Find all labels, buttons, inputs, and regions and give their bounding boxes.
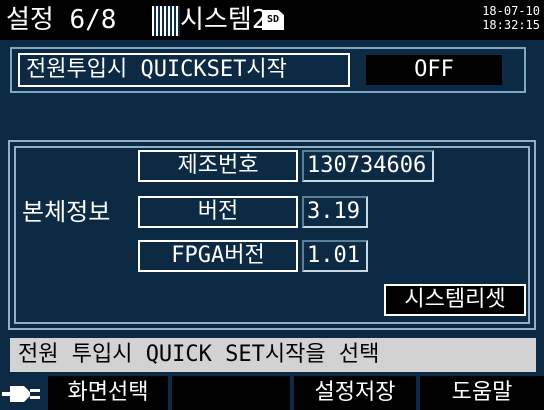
time-display: 18:32:15 <box>482 18 540 32</box>
fpga-version-label: FPGA버전 <box>138 240 298 272</box>
version-value: 3.19 <box>302 196 368 228</box>
screen-select-button[interactable]: 화면선택 <box>48 376 168 410</box>
help-message: 전원 투입시 QUICK SET시작을 선택 <box>10 338 536 372</box>
tab-system2[interactable]: 시스템2 <box>180 3 267 37</box>
help-button[interactable]: 도움말 <box>420 376 544 410</box>
serial-number-label: 제조번호 <box>138 150 298 182</box>
version-label: 버전 <box>138 196 298 228</box>
tab-stripes-icon <box>152 6 180 36</box>
device-info-title: 본체정보 <box>22 198 111 226</box>
serial-number-value: 130734606 <box>302 150 434 182</box>
fpga-version-value: 1.01 <box>302 240 368 272</box>
quickset-value-selector[interactable]: OFF <box>364 53 504 87</box>
quickset-label: 전원투입시 QUICKSET시작 <box>18 53 350 87</box>
sd-card-icon: SD <box>262 10 284 30</box>
page-title: 설정 6/8 <box>6 5 117 35</box>
date-display: 18-07-10 <box>482 4 540 18</box>
power-plug-icon <box>2 386 40 402</box>
system-reset-button[interactable]: 시스템리셋 <box>384 284 526 316</box>
empty-function-key[interactable] <box>172 376 290 410</box>
save-settings-button[interactable]: 설정저장 <box>294 376 416 410</box>
